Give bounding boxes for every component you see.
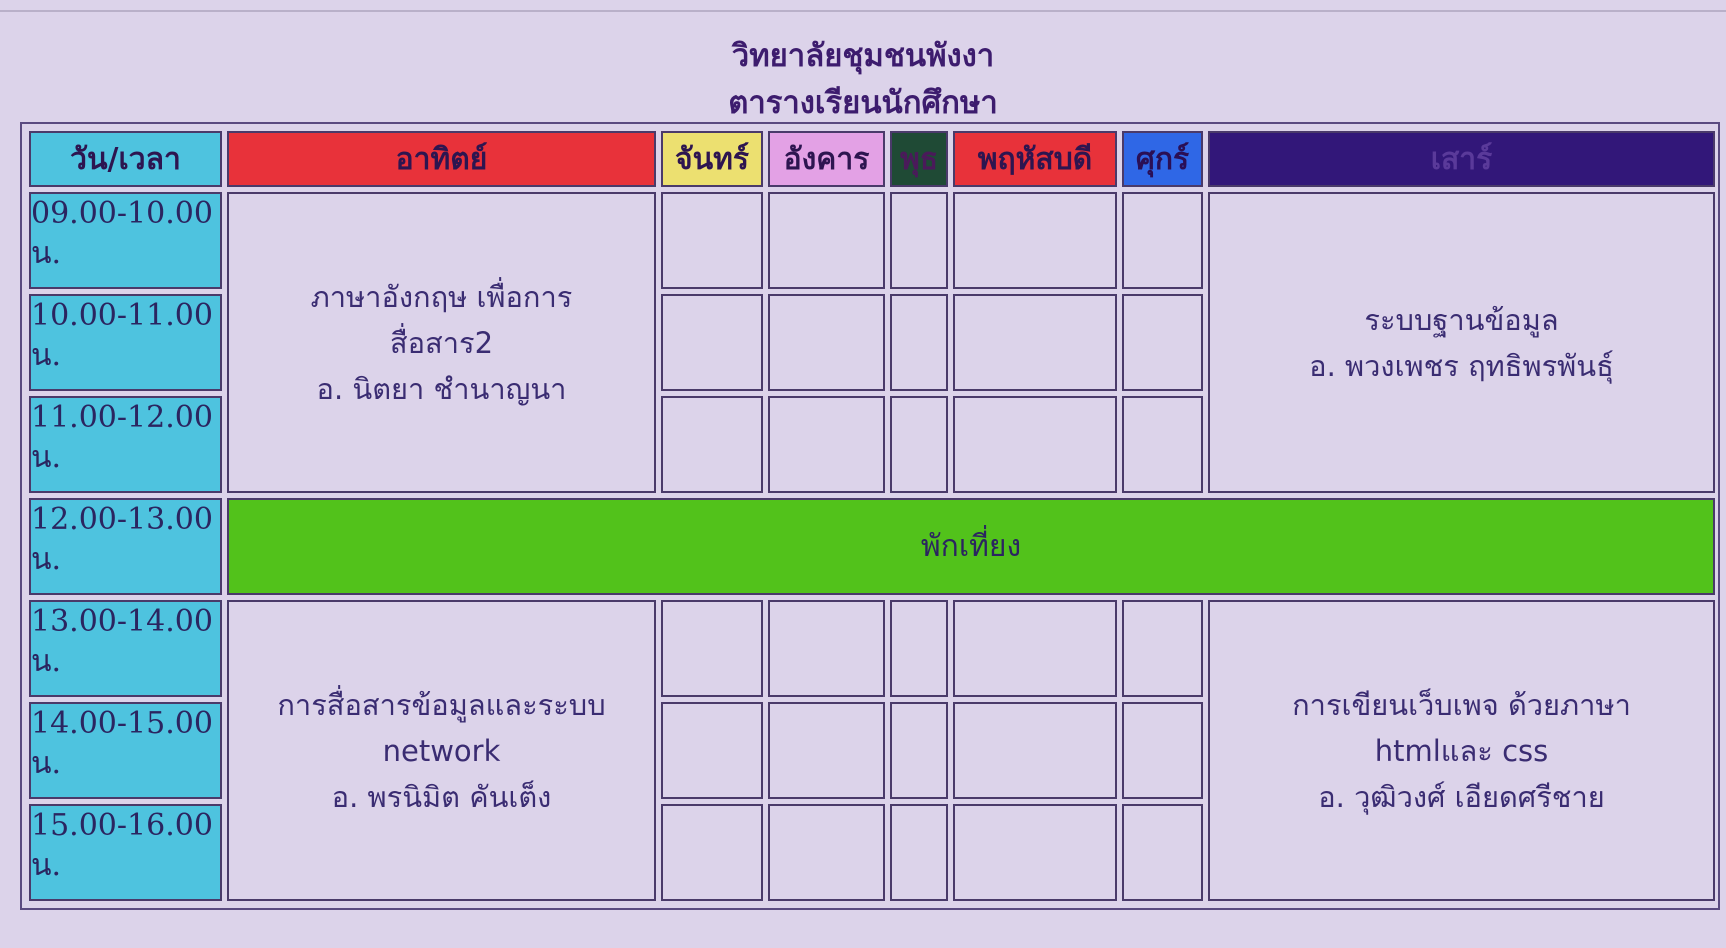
time-slot: 13.00-14.00 น. (29, 600, 222, 697)
course-title: การเขียนเว็บเพจ ด้วยภาษา (1292, 687, 1631, 722)
header-row: วัน/เวลา อาทิตย์ จันทร์ อังคาร พุธ พฤหัส… (29, 131, 1715, 187)
empty-cell (1122, 702, 1203, 799)
header-friday: ศุกร์ (1122, 131, 1203, 187)
time-slot: 10.00-11.00 น. (29, 294, 222, 391)
time-slot: 14.00-15.00 น. (29, 702, 222, 799)
empty-cell (768, 600, 885, 697)
empty-cell (953, 192, 1117, 289)
schedule-table: วัน/เวลา อาทิตย์ จันทร์ อังคาร พุธ พฤหัส… (24, 126, 1720, 906)
header-sunday: อาทิตย์ (227, 131, 656, 187)
empty-cell (953, 804, 1117, 901)
course-teacher: อ. นิตยา ชำนาญนา (316, 371, 567, 406)
course-title-cont: สื่อสาร2 (389, 325, 494, 360)
course-cell-sunday-morning: ภาษาอังกฤษ เพื่อการ สื่อสาร2 อ. นิตยา ชำ… (227, 192, 656, 493)
page-title: ตารางเรียนนักศึกษา (728, 85, 998, 121)
college-name: วิทยาลัยชุมชนพังงา (731, 38, 995, 74)
empty-cell (768, 192, 885, 289)
course-teacher: อ. พวงเพชร ฤทธิพรพันธุ์ (1309, 348, 1614, 383)
empty-cell (890, 702, 948, 799)
empty-cell (1122, 396, 1203, 493)
time-slot: 09.00-10.00 น. (29, 192, 222, 289)
course-title-cont: htmlและ css (1374, 733, 1549, 768)
empty-cell (953, 600, 1117, 697)
course-title-cont: network (382, 733, 501, 768)
empty-cell (890, 192, 948, 289)
empty-cell (953, 396, 1117, 493)
empty-cell (768, 396, 885, 493)
empty-cell (768, 702, 885, 799)
course-teacher: อ. พรนิมิต คันเต็ง (331, 779, 552, 814)
empty-cell (661, 396, 763, 493)
empty-cell (661, 600, 763, 697)
header-saturday: เสาร์ (1208, 131, 1715, 187)
empty-cell (661, 804, 763, 901)
empty-cell (1122, 804, 1203, 901)
empty-cell (953, 702, 1117, 799)
top-divider (0, 10, 1726, 12)
time-slot: 12.00-13.00 น. (29, 498, 222, 595)
table-row: 12.00-13.00 น. พักเที่ยง (29, 498, 1715, 595)
course-title: ภาษาอังกฤษ เพื่อการ (310, 279, 573, 314)
header-wednesday: พุธ (890, 131, 948, 187)
empty-cell (661, 702, 763, 799)
empty-cell (1122, 294, 1203, 391)
time-slot: 15.00-16.00 น. (29, 804, 222, 901)
table-row: 13.00-14.00 น. การสื่อสารข้อมูลและระบบ n… (29, 600, 1715, 901)
course-cell-sunday-afternoon: การสื่อสารข้อมูลและระบบ network อ. พรนิม… (227, 600, 656, 901)
empty-cell (768, 804, 885, 901)
header-tuesday: อังคาร (768, 131, 885, 187)
header-day-time: วัน/เวลา (29, 131, 222, 187)
empty-cell (661, 294, 763, 391)
course-teacher: อ. วุฒิวงศ์ เอียดศรีชาย (1318, 779, 1605, 814)
empty-cell (890, 804, 948, 901)
lunch-break: พักเที่ยง (227, 498, 1715, 595)
empty-cell (768, 294, 885, 391)
empty-cell (890, 294, 948, 391)
course-cell-saturday-morning: ระบบฐานข้อมูล อ. พวงเพชร ฤทธิพรพันธุ์ (1208, 192, 1715, 493)
empty-cell (1122, 192, 1203, 289)
empty-cell (953, 294, 1117, 391)
header-monday: จันทร์ (661, 131, 763, 187)
empty-cell (890, 396, 948, 493)
empty-cell (890, 600, 948, 697)
course-cell-saturday-afternoon: การเขียนเว็บเพจ ด้วยภาษา htmlและ css อ. … (1208, 600, 1715, 901)
header-thursday: พฤหัสบดี (953, 131, 1117, 187)
time-slot: 11.00-12.00 น. (29, 396, 222, 493)
course-title: ระบบฐานข้อมูล (1364, 302, 1559, 337)
empty-cell (1122, 600, 1203, 697)
course-title: การสื่อสารข้อมูลและระบบ (277, 687, 606, 722)
table-row: 09.00-10.00 น. ภาษาอังกฤษ เพื่อการ สื่อส… (29, 192, 1715, 493)
empty-cell (661, 192, 763, 289)
